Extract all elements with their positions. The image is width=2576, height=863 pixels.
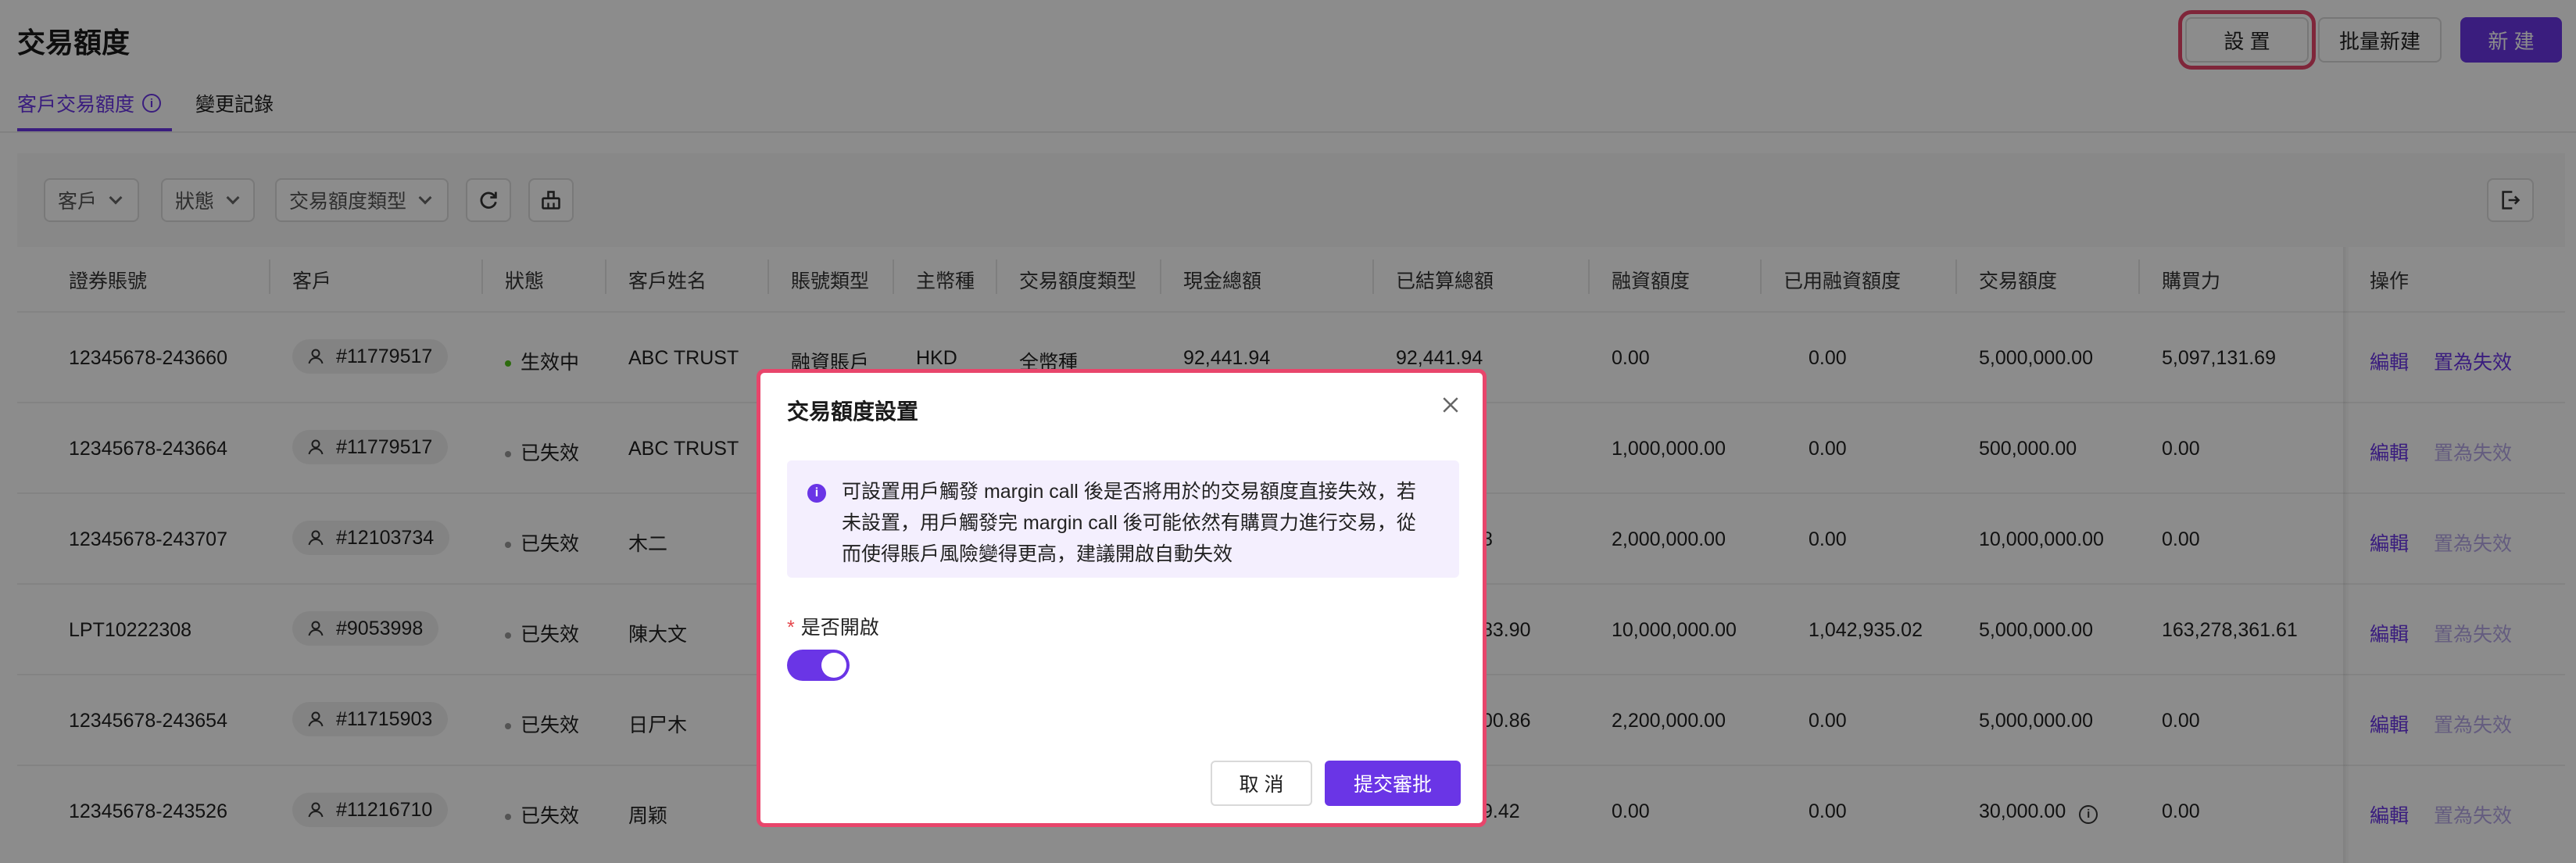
info-icon: i: [807, 484, 826, 503]
alert-line: 未設置，用戶觸發完 margin call 後可能依然有購買力進行交易，從: [842, 512, 1416, 534]
enable-field-label: * 是否開啟: [787, 612, 879, 640]
toggle-knob: [821, 653, 846, 678]
alert-line: 可設置用戶觸發 margin call 後是否將用於的交易額度直接失效，若: [842, 481, 1416, 503]
quota-settings-modal: 交易額度設置 i 可設置用戶觸發 margin call 後是否將用於的交易額度…: [757, 369, 1487, 827]
alert-line: 而使得賬戶風險變得更高，建議開啟自動失效: [842, 543, 1233, 565]
modal-title: 交易額度設置: [787, 399, 919, 424]
submit-approval-button[interactable]: 提交審批: [1325, 761, 1461, 806]
field-label-text: 是否開啟: [800, 617, 879, 639]
required-mark: *: [787, 617, 795, 639]
info-alert: i 可設置用戶觸發 margin call 後是否將用於的交易額度直接失效，若 …: [787, 460, 1459, 578]
enable-toggle[interactable]: [787, 650, 850, 681]
cancel-button[interactable]: 取 消: [1211, 761, 1312, 806]
close-icon[interactable]: [1439, 393, 1462, 417]
